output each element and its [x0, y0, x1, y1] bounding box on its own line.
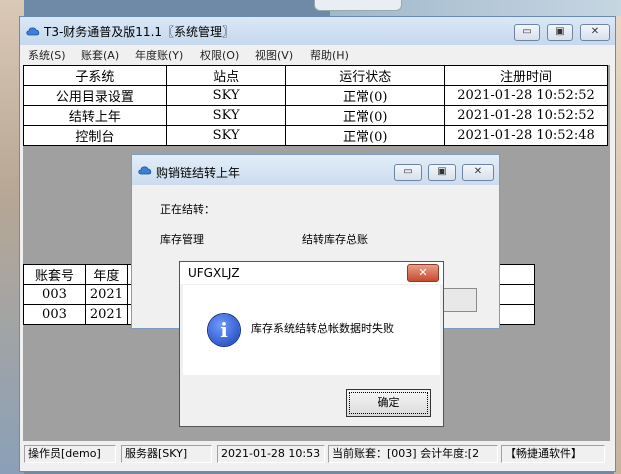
menu-help[interactable]: 帮助(H) — [310, 47, 349, 63]
menu-year-account[interactable]: 年度账(Y) — [135, 47, 183, 63]
minimize-button[interactable]: ▭ — [514, 24, 540, 41]
column-header[interactable]: 年度 — [84, 264, 128, 285]
app-cloud-icon — [26, 27, 40, 36]
table-cell: SKY — [165, 105, 287, 126]
column-header[interactable]: 注册时间 — [444, 65, 608, 86]
task-name: 结转库存总账 — [302, 233, 368, 246]
status-datetime: 2021-01-28 10:53 — [217, 445, 325, 463]
table-cell: 正常(0) — [285, 85, 446, 106]
desktop-top-widget — [314, 0, 402, 11]
table-cell: 结转上年 — [23, 105, 167, 126]
info-icon: i — [208, 314, 240, 346]
dialog-titlebar[interactable]: 购销链结转上年 ▭ ▣ ✕ — [132, 155, 499, 185]
table-cell: 公用目录设置 — [23, 85, 167, 106]
table-header-row: 子系统 站点 运行状态 注册时间 — [23, 65, 608, 86]
table-row[interactable]: 公用目录设置 SKY 正常(0) 2021-01-28 10:52:52 — [23, 85, 608, 106]
table-cell: 正常(0) — [285, 125, 446, 146]
table-cell: 003 — [23, 304, 86, 325]
table-cell: 2021 — [84, 284, 128, 305]
menu-account[interactable]: 账套(A) — [81, 47, 119, 63]
status-operator: 操作员[demo] — [24, 445, 116, 463]
menu-permission[interactable]: 权限(O) — [200, 47, 239, 63]
message-body: i 库存系统结转总帐数据时失败 — [183, 285, 440, 375]
dialog-cloud-icon — [138, 166, 152, 175]
table-cell: 2021-01-28 10:52:52 — [444, 85, 608, 106]
table-cell: 2021-01-28 10:52:48 — [444, 125, 608, 146]
column-header[interactable]: 账套号 — [23, 264, 86, 285]
menubar: 系统(S) 账套(A) 年度账(Y) 权限(O) 视图(V) 帮助(H) — [20, 45, 615, 64]
table-cell: 2021 — [84, 304, 128, 325]
table-cell: 正常(0) — [285, 105, 446, 126]
status-bar: 操作员[demo] 服务器[SKY] 2021-01-28 10:53 当前账套… — [20, 441, 615, 471]
column-header[interactable]: 运行状态 — [285, 65, 446, 86]
main-titlebar[interactable]: T3-财务通普及版11.1〖系统管理〗 ▭ ▣ ✕ — [20, 17, 615, 45]
table-cell: 控制台 — [23, 125, 167, 146]
column-header[interactable]: 子系统 — [23, 65, 167, 86]
message-text: 库存系统结转总帐数据时失败 — [251, 322, 394, 335]
dialog-title: 购销链结转上年 — [156, 166, 241, 180]
main-window-title: T3-财务通普及版11.1〖系统管理〗 — [44, 25, 235, 39]
ok-button[interactable]: 确定 — [346, 389, 431, 417]
dialog-close-button[interactable]: ✕ — [462, 164, 494, 181]
dialog-minimize-button[interactable]: ▭ — [394, 164, 422, 181]
message-close-button[interactable]: ✕ — [407, 264, 439, 282]
menu-system[interactable]: 系统(S) — [28, 47, 66, 63]
close-button[interactable]: ✕ — [580, 24, 610, 41]
table-row[interactable]: 结转上年 SKY 正常(0) 2021-01-28 10:52:52 — [23, 105, 608, 126]
table-cell: SKY — [165, 85, 287, 106]
dialog-maximize-button[interactable]: ▣ — [428, 164, 456, 181]
message-titlebar[interactable]: UFGXLJZ ✕ — [180, 262, 443, 284]
progress-label: 正在结转： — [160, 203, 215, 216]
message-title: UFGXLJZ — [188, 266, 240, 280]
status-server: 服务器[SKY] — [121, 445, 212, 463]
table-cell: 003 — [23, 284, 86, 305]
status-current-account: 当前账套：[003] 会计年度:[2 — [328, 445, 498, 463]
table-cell: SKY — [165, 125, 287, 146]
maximize-button[interactable]: ▣ — [547, 24, 573, 41]
table-row[interactable]: 控制台 SKY 正常(0) 2021-01-28 10:52:48 — [23, 125, 608, 146]
subsystem-table: 子系统 站点 运行状态 注册时间 公用目录设置 SKY 正常(0) 2021-0… — [23, 65, 608, 146]
column-header[interactable]: 站点 — [165, 65, 287, 86]
status-brand: 【畅捷通软件】 — [501, 445, 605, 463]
module-name: 库存管理 — [160, 233, 204, 246]
menu-view[interactable]: 视图(V) — [255, 47, 293, 63]
table-cell: 2021-01-28 10:52:52 — [444, 105, 608, 126]
